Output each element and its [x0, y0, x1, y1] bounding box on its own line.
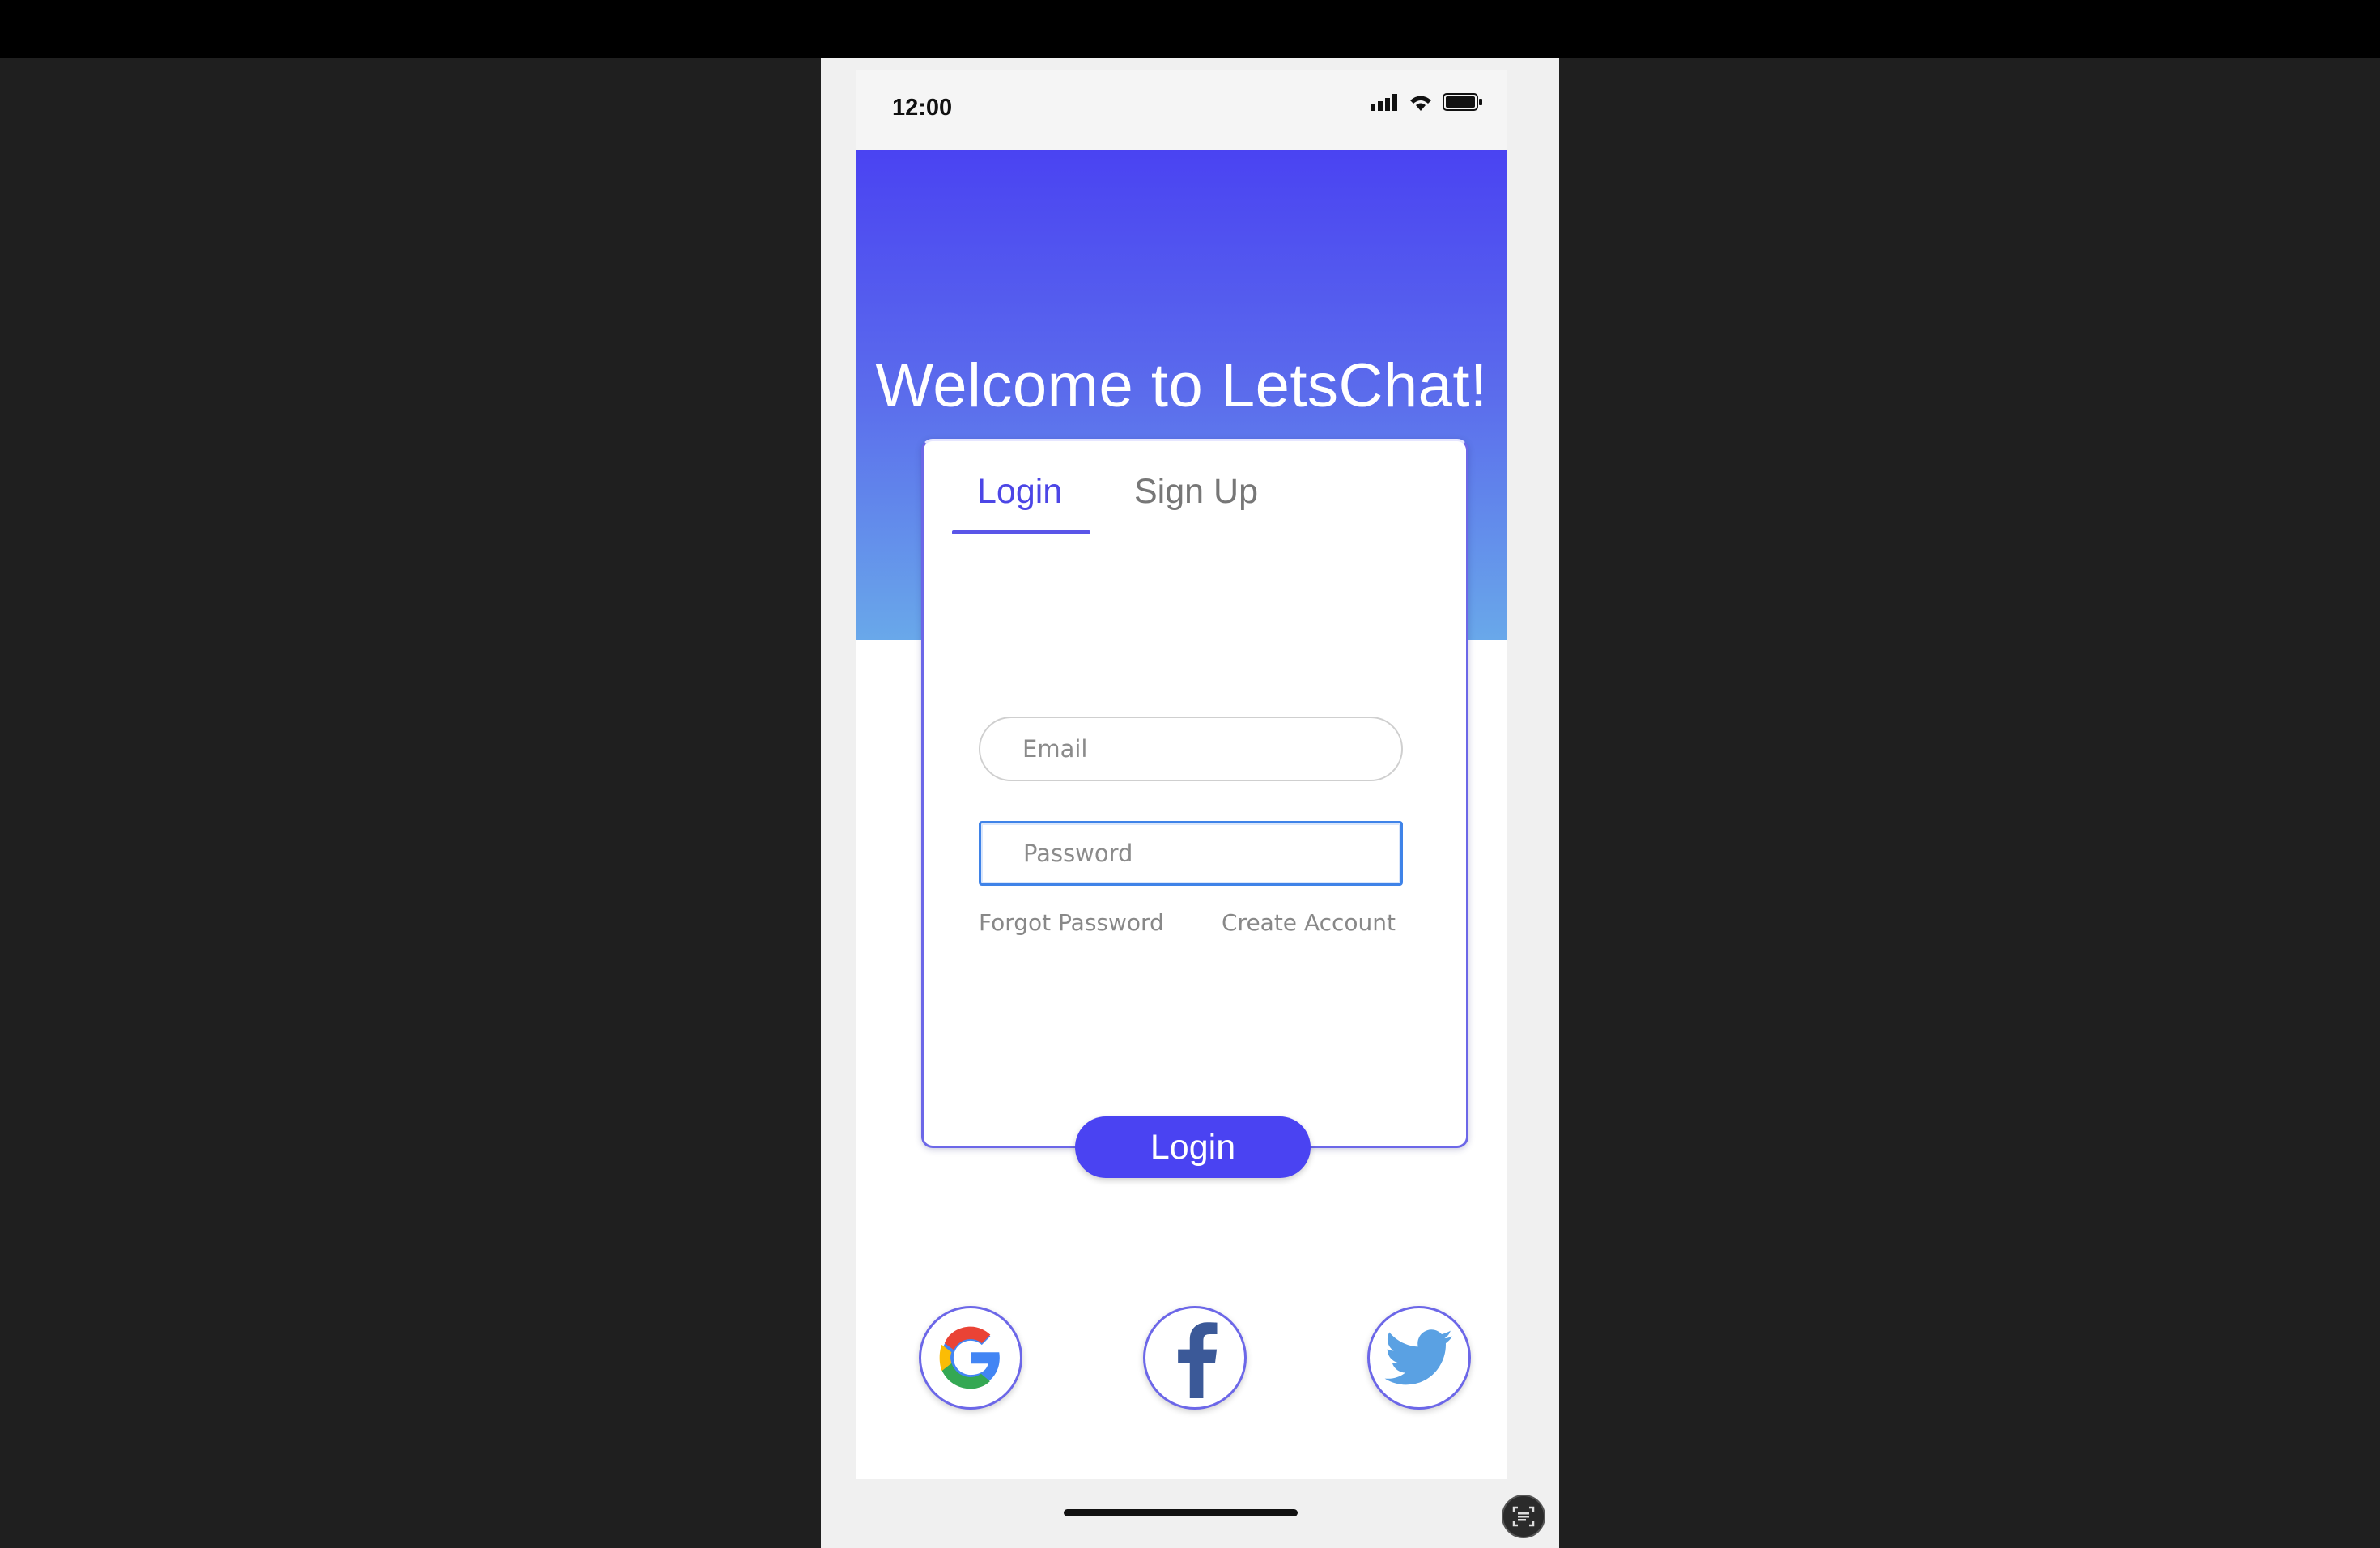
status-time: 12:00	[892, 95, 953, 121]
login-card: Login Sign Up Forgot Password Create Acc…	[921, 439, 1468, 1148]
email-field[interactable]	[979, 717, 1403, 781]
status-bar: 12:00	[856, 70, 1507, 150]
facebook-login-button[interactable]	[1143, 1306, 1247, 1410]
welcome-title: Welcome to LetsChat!	[875, 351, 1488, 420]
tab-login[interactable]: Login	[977, 472, 1062, 512]
tab-signup[interactable]: Sign Up	[1134, 472, 1258, 512]
google-icon	[939, 1326, 1001, 1389]
home-indicator	[1064, 1509, 1298, 1516]
phone-screen: 12:00 Welcome to LetsChat! Login Sign Up	[856, 70, 1507, 1479]
top-bar	[0, 0, 2380, 58]
signal-icon	[1371, 94, 1397, 111]
create-account-link[interactable]: Create Account	[1222, 909, 1396, 936]
status-icons	[1370, 91, 1483, 113]
twitter-icon	[1384, 1329, 1453, 1385]
password-field[interactable]	[979, 821, 1403, 886]
wifi-icon	[1410, 96, 1431, 111]
google-login-button[interactable]	[919, 1306, 1022, 1410]
active-tab-indicator	[952, 530, 1090, 534]
battery-icon	[1443, 93, 1482, 111]
facebook-icon	[1178, 1322, 1218, 1398]
scan-icon[interactable]	[1502, 1495, 1545, 1538]
forgot-password-link[interactable]: Forgot Password	[979, 909, 1164, 936]
twitter-login-button[interactable]	[1367, 1306, 1471, 1410]
login-button[interactable]: Login	[1075, 1116, 1311, 1178]
